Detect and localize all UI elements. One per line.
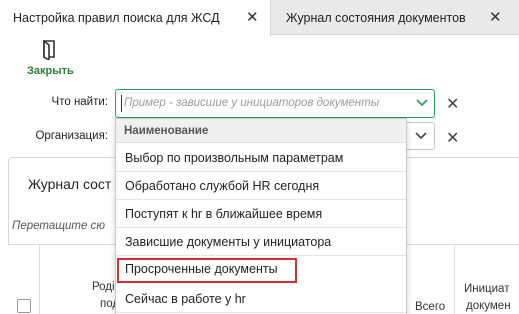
document-close-icon: [43, 40, 55, 60]
search-placeholder: Пример - зависшие у инициаторов документ…: [124, 97, 380, 109]
organization-select[interactable]: [406, 122, 435, 150]
column-header[interactable]: Родi: [92, 281, 115, 293]
text-cursor: [121, 95, 122, 112]
clear-search-icon[interactable]: ✕: [446, 94, 459, 114]
tab-document-journal[interactable]: Журнал состояния документов ✕: [272, 0, 519, 35]
dropdown-item[interactable]: Сейчас в работе у hr: [116, 285, 406, 313]
clear-organization-icon[interactable]: ✕: [446, 128, 459, 148]
tab-label: Журнал состояния документов: [286, 10, 466, 25]
group-drag-hint: Перетащите сю: [12, 220, 105, 232]
tab-bar: Настройка правил поиска для ЖСД ✕ Журнал…: [0, 0, 519, 36]
close-icon[interactable]: ✕: [489, 8, 502, 26]
panel-title: Журнал сост: [28, 176, 112, 192]
column-header-initiator[interactable]: Инициат: [464, 283, 509, 295]
close-button-label: Закрыть: [27, 65, 74, 77]
column-header-initiator-doc[interactable]: докумен: [466, 300, 511, 312]
find-label: Что найти:: [51, 96, 108, 108]
search-dropdown: Наименование Выбор по произвольным парам…: [115, 118, 407, 314]
chevron-down-icon[interactable]: [415, 131, 427, 141]
chevron-down-icon[interactable]: [416, 98, 428, 108]
column-divider: [454, 245, 455, 314]
dropdown-item-overdue[interactable]: Просроченные документы: [117, 258, 297, 283]
close-button[interactable]: Закрыть: [24, 40, 78, 80]
organization-label: Организация:: [35, 130, 108, 142]
search-input[interactable]: Пример - зависшие у инициаторов документ…: [115, 89, 435, 118]
close-icon[interactable]: ✕: [246, 8, 259, 26]
select-all-checkbox[interactable]: [17, 299, 31, 313]
dropdown-item[interactable]: Обработано службой HR сегодня: [116, 172, 406, 200]
tab-search-rules[interactable]: Настройка правил поиска для ЖСД ✕: [0, 0, 271, 36]
tab-label: Настройка правил поиска для ЖСД: [13, 11, 220, 25]
dropdown-item[interactable]: Выбор по произвольным параметрам: [116, 144, 406, 172]
column-header-total[interactable]: Всего: [415, 301, 445, 313]
dropdown-item[interactable]: Поступят к hr в ближайшее время: [116, 200, 406, 228]
dropdown-item[interactable]: Зависшие документы у инициатора: [116, 228, 406, 256]
column-divider: [39, 245, 40, 314]
dropdown-header: Наименование: [116, 119, 406, 143]
